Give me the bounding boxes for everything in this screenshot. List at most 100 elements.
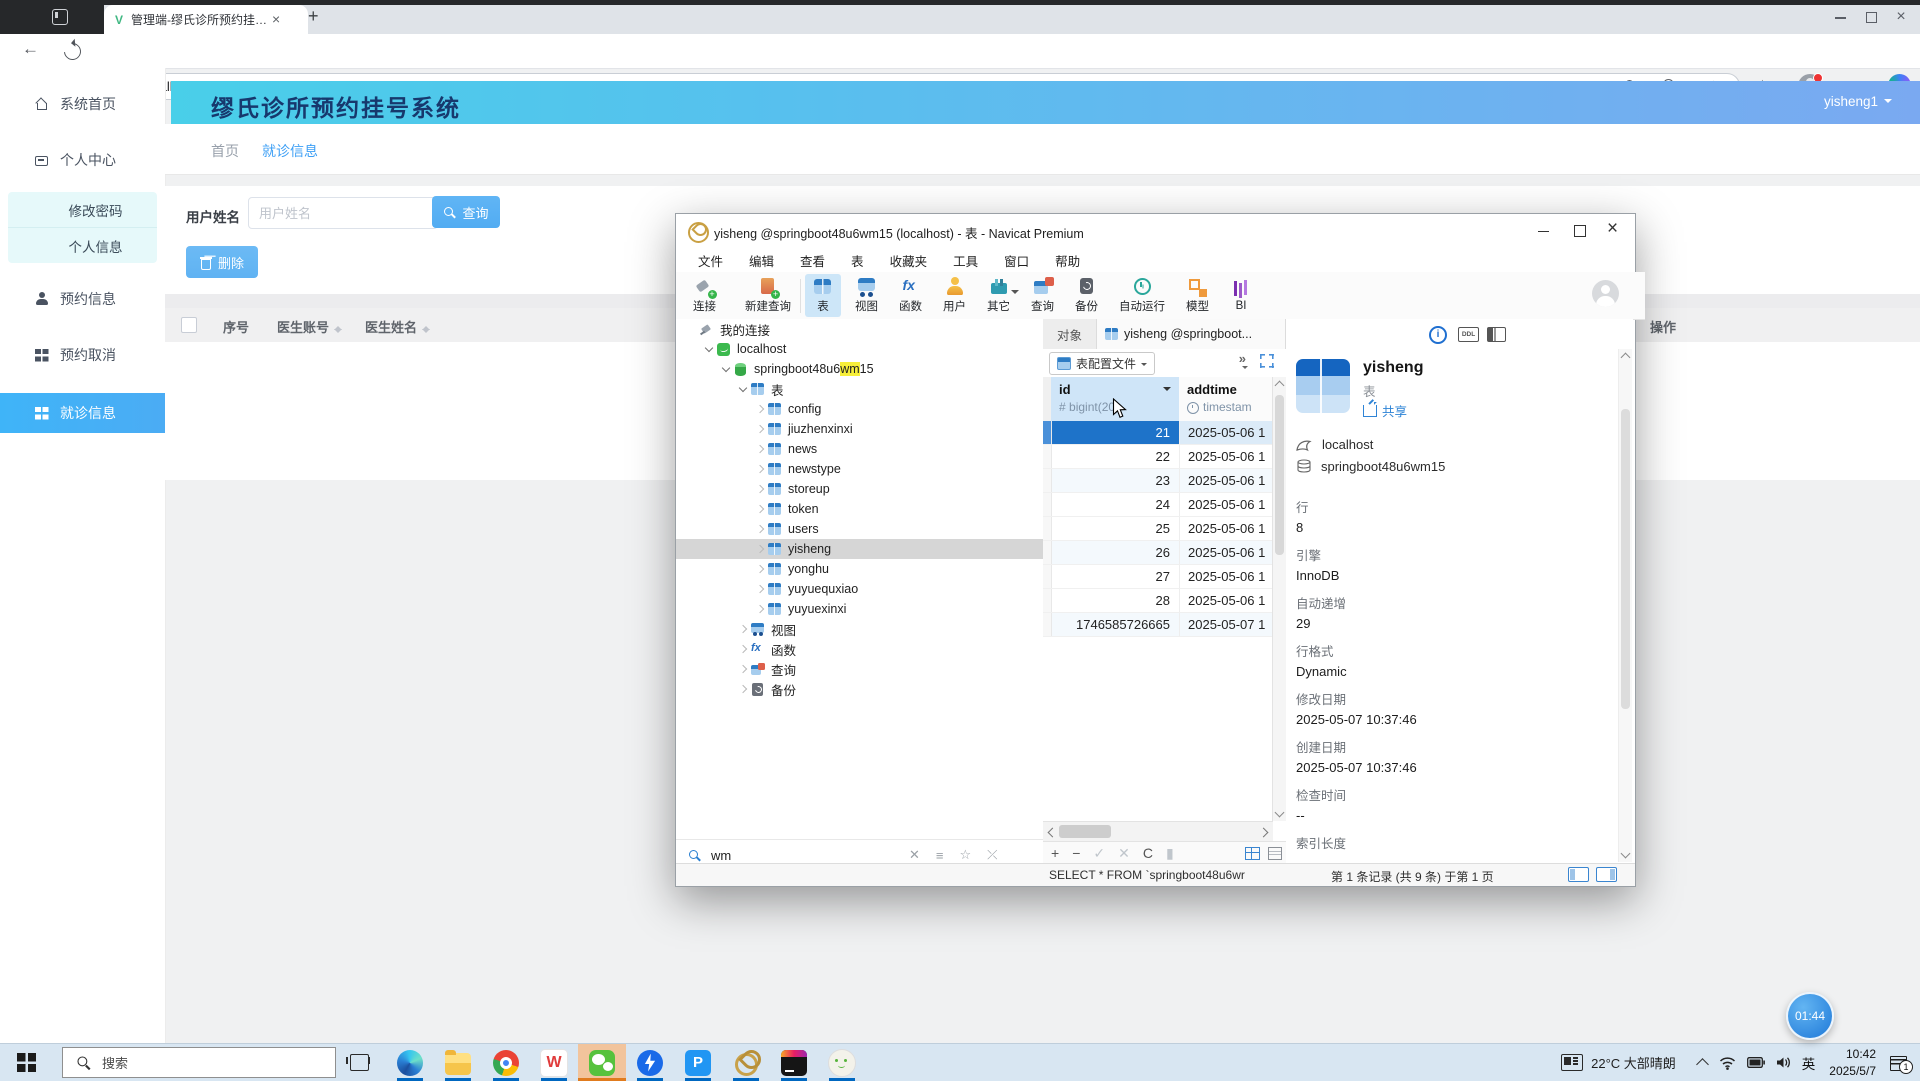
toolbar-button[interactable]: 连接: [686, 274, 723, 317]
cell-id[interactable]: 1746585726665: [1052, 613, 1180, 636]
grid-row[interactable]: 26 2025-05-06 1: [1043, 541, 1273, 565]
tree-expand-icon[interactable]: [754, 523, 766, 535]
menu-item[interactable]: 查看: [800, 251, 825, 270]
cell-addtime[interactable]: 2025-05-07 1: [1180, 613, 1273, 636]
tree-expand-icon[interactable]: [720, 363, 732, 375]
tree-item[interactable]: springboot48u6wm15: [676, 359, 1043, 379]
column-header-addtime[interactable]: addtime timestam: [1179, 377, 1273, 421]
sidebar-item[interactable]: 系统首页: [0, 84, 165, 124]
navicat-account-avatar[interactable]: [1592, 280, 1619, 307]
horizontal-scrollbar[interactable]: [1043, 821, 1273, 842]
grid-row[interactable]: 24 2025-05-06 1: [1043, 493, 1273, 517]
vertical-scrollbar[interactable]: [1272, 377, 1286, 821]
grid-row[interactable]: 25 2025-05-06 1: [1043, 517, 1273, 541]
browser-tab[interactable]: V 管理端-缪氏诊所预约挂号系统: [104, 5, 308, 34]
grid-view-icon[interactable]: [1245, 847, 1260, 860]
cell-id[interactable]: 22: [1052, 445, 1180, 468]
tree-expand-icon[interactable]: [754, 503, 766, 515]
toolbar-button[interactable]: 表: [805, 274, 841, 317]
toggle-right-pane-icon[interactable]: [1596, 867, 1617, 882]
cell-id[interactable]: 23: [1052, 469, 1180, 492]
sidebar-item[interactable]: 个人中心: [0, 140, 165, 180]
grid-row[interactable]: 21 2025-05-06 1: [1043, 421, 1273, 445]
toolbar-button[interactable]: 自动运行: [1112, 274, 1172, 317]
sidebar-item[interactable]: 修改密码: [8, 192, 157, 227]
cell-addtime[interactable]: 2025-05-06 1: [1180, 517, 1273, 540]
tree-expand-icon[interactable]: [686, 323, 698, 335]
cell-addtime[interactable]: 2025-05-06 1: [1180, 589, 1273, 612]
grid-row[interactable]: 23 2025-05-06 1: [1043, 469, 1273, 493]
clear-search-icon[interactable]: ✕: [909, 847, 920, 863]
ddl-icon[interactable]: DDL: [1458, 327, 1479, 342]
breadcrumb-home[interactable]: 首页: [211, 141, 239, 161]
grid-row[interactable]: 28 2025-05-06 1: [1043, 589, 1273, 613]
sort-icons[interactable]: [334, 322, 342, 334]
tree-expand-icon[interactable]: [754, 463, 766, 475]
add-record-icon[interactable]: +: [1051, 846, 1059, 860]
tree-item[interactable]: storeup: [676, 479, 1043, 499]
sidebar-item[interactable]: 预约取消: [0, 335, 165, 375]
sidebar-item[interactable]: 个人信息: [8, 227, 157, 263]
toolbar-button[interactable]: 函数: [892, 274, 929, 317]
taskbar-app[interactable]: [722, 1044, 770, 1081]
tree-expand-icon[interactable]: [754, 603, 766, 615]
tree-item[interactable]: jiuzhenxinxi: [676, 419, 1043, 439]
column-doctor-account[interactable]: 医生账号: [277, 317, 342, 336]
cell-id[interactable]: 24: [1052, 493, 1180, 516]
tree-item[interactable]: localhost: [676, 339, 1043, 359]
scroll-left-icon[interactable]: [1048, 828, 1058, 838]
tree-expand-icon[interactable]: [737, 383, 749, 395]
tree-expand-icon[interactable]: [754, 543, 766, 555]
taskbar-app[interactable]: [818, 1044, 866, 1081]
sidebar-item[interactable]: 就诊信息: [0, 393, 165, 433]
cell-id[interactable]: 21: [1052, 421, 1180, 444]
cell-addtime[interactable]: 2025-05-06 1: [1180, 421, 1273, 444]
scrollbar-thumb[interactable]: [1275, 395, 1284, 555]
tree-expand-icon[interactable]: [754, 483, 766, 495]
taskbar-app[interactable]: [770, 1044, 818, 1081]
task-view-button[interactable]: [350, 1054, 369, 1071]
tree-expand-icon[interactable]: [737, 623, 749, 635]
cell-addtime[interactable]: 2025-05-06 1: [1180, 565, 1273, 588]
toolbar-button[interactable]: 视图: [848, 274, 885, 317]
tree-expand-icon[interactable]: [754, 563, 766, 575]
cell-addtime[interactable]: 2025-05-06 1: [1180, 445, 1273, 468]
navicat-minimize-button[interactable]: [1529, 221, 1559, 241]
navicat-maximize-button[interactable]: [1565, 221, 1595, 241]
tree-item[interactable]: yonghu: [676, 559, 1043, 579]
menu-item[interactable]: 表: [851, 251, 864, 270]
tree-search-input[interactable]: [709, 847, 893, 864]
back-button[interactable]: ←: [22, 39, 39, 59]
row-indicator[interactable]: [1043, 445, 1052, 468]
row-indicator[interactable]: [1043, 613, 1052, 636]
tree-item[interactable]: 表: [676, 379, 1043, 399]
delete-button[interactable]: 删除: [186, 246, 258, 278]
tree-expand-icon[interactable]: [737, 683, 749, 695]
toggle-left-pane-icon[interactable]: [1568, 867, 1589, 882]
columns-icon[interactable]: [1487, 327, 1506, 342]
cell-id[interactable]: 28: [1052, 589, 1180, 612]
taskbar-search[interactable]: 搜索: [62, 1047, 336, 1078]
tree-expand-icon[interactable]: [754, 423, 766, 435]
tab-open-table[interactable]: yisheng @springboot...: [1097, 319, 1286, 349]
discard-icon[interactable]: ✕: [1118, 846, 1130, 860]
share-link[interactable]: 共享: [1363, 401, 1407, 420]
toolbar-button[interactable]: BI: [1223, 274, 1259, 317]
weather-text[interactable]: 22°C 大部晴朗: [1591, 1053, 1676, 1072]
breadcrumb-current[interactable]: 就诊信息: [262, 141, 318, 161]
h-scrollbar-thumb[interactable]: [1059, 825, 1111, 838]
tree-expand-icon[interactable]: [737, 663, 749, 675]
cell-id[interactable]: 27: [1052, 565, 1180, 588]
form-view-icon[interactable]: [1268, 847, 1282, 860]
tree-item[interactable]: 我的连接: [676, 319, 1043, 339]
taskbar-clock[interactable]: 10:42 2025/5/7: [1829, 1046, 1876, 1078]
scroll-down-icon[interactable]: [1275, 808, 1285, 818]
input-method-indicator[interactable]: 英: [1802, 1053, 1816, 1073]
cell-addtime[interactable]: 2025-05-06 1: [1180, 469, 1273, 492]
taskbar-app[interactable]: [674, 1044, 722, 1081]
username-input[interactable]: [248, 197, 438, 229]
taskbar-app[interactable]: [626, 1044, 674, 1081]
tree-item[interactable]: 备份: [676, 679, 1043, 699]
tree-item[interactable]: news: [676, 439, 1043, 459]
taskbar-app[interactable]: [386, 1044, 434, 1081]
